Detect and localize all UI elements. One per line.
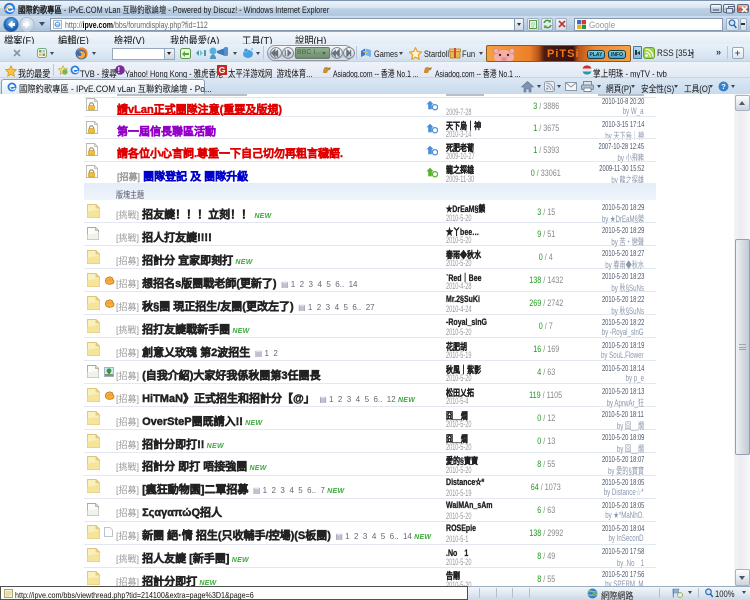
svg-text:!: ! (118, 66, 121, 75)
svg-text:?: ? (721, 82, 726, 91)
svg-text:G: G (219, 65, 226, 75)
